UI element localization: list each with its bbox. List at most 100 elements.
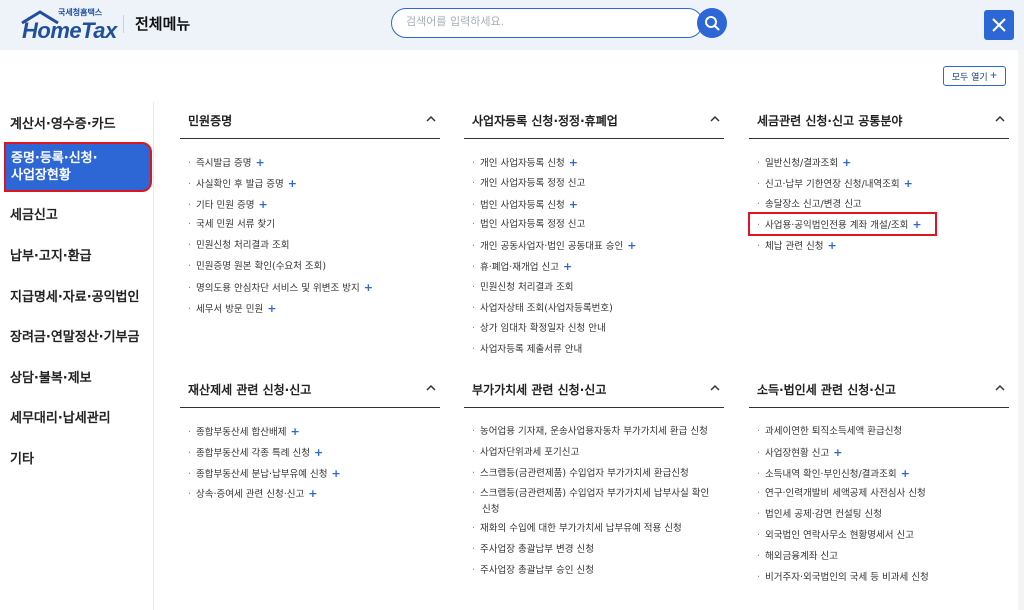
plus-icon[interactable]: + — [842, 156, 851, 169]
menu-item[interactable]: · 사업장현황 신고 + — [757, 446, 842, 460]
menu-item-label: 기타 민원 증명 — [196, 199, 255, 211]
menu-item[interactable]: · 연구·인력개발비 세액공제 사전심사 신청 — [757, 487, 926, 500]
plus-icon[interactable]: + — [267, 302, 276, 315]
section-title[interactable]: 세금관련 신청·신고 공통분야 — [757, 112, 902, 129]
plus-icon[interactable]: + — [828, 239, 837, 252]
menu-item[interactable]: · 개인 사업자등록 정정 신고 — [472, 177, 585, 190]
menu-item[interactable]: · 주사업장 총괄납부 승인 신청 — [472, 564, 594, 577]
menu-item[interactable]: · 법인 사업자등록 정정 신고 — [472, 218, 585, 231]
left-nav-item[interactable]: 기타 — [10, 448, 34, 467]
plus-icon[interactable]: + — [259, 198, 268, 211]
plus-icon[interactable]: + — [901, 467, 910, 480]
menu-item[interactable]: · 주사업장 총괄납부 변경 신청 — [472, 543, 594, 556]
chevron-up-icon[interactable] — [710, 114, 720, 124]
menu-item[interactable]: · 과세이연한 퇴직소득세액 환급신청 — [757, 425, 902, 438]
bullet-icon: · — [757, 158, 761, 169]
menu-item[interactable]: · 신고·납부 기한연장 신청/내역조회 + — [757, 177, 913, 191]
menu-item[interactable]: · 송달장소 신고/변경 신고 — [757, 198, 862, 211]
menu-item[interactable]: · 기타 민원 증명 + — [188, 198, 268, 212]
menu-item[interactable]: · 비거주자·외국법인의 국세 등 비과세 신청 — [757, 571, 929, 584]
menu-item[interactable]: · 스크랩등(금관련제품) 수입업자 부가가치세 납부사실 확인신청 — [472, 486, 712, 518]
plus-icon[interactable]: + — [364, 281, 373, 294]
menu-item[interactable]: · 소득내역 확인·부인신청/결과조회 + — [757, 467, 910, 481]
left-nav-item-active[interactable]: 증명·등록·신청· 사업장현황 — [4, 142, 152, 192]
plus-icon[interactable]: + — [288, 177, 297, 190]
menu-item[interactable]: · 사업자등록 제출서류 안내 — [472, 343, 582, 356]
left-nav-item[interactable]: 상담·불복·제보 — [10, 367, 92, 386]
hometax-logo[interactable]: 국세청홈택스 HomeTax — [18, 6, 118, 46]
chevron-up-icon[interactable] — [710, 383, 720, 393]
menu-item[interactable]: · 법인 사업자등록 신청 + — [472, 198, 578, 212]
section-title[interactable]: 사업자등록 신청·정정·휴폐업 — [472, 112, 618, 129]
menu-item[interactable]: · 법인세 공제·감면 컨설팅 신청 — [757, 508, 882, 521]
left-nav-item[interactable]: 계산서·영수증·카드 — [10, 113, 116, 132]
menu-item[interactable]: · 민원증명 원본 확인(수요처 조회) — [188, 260, 326, 273]
section-title[interactable]: 소득·법인세 관련 신청·신고 — [757, 381, 896, 398]
chevron-up-icon[interactable] — [426, 383, 436, 393]
menu-item-label: 사실확인 후 발급 증명 — [196, 178, 284, 190]
chevron-up-icon[interactable] — [426, 114, 436, 124]
menu-item[interactable]: · 민원신청 처리결과 조회 — [472, 281, 573, 294]
left-nav-item[interactable]: 지급명세·자료·공익법인 — [10, 286, 139, 305]
search-button[interactable] — [697, 8, 727, 38]
menu-item[interactable]: · 국세 민원 서류 찾기 — [188, 218, 275, 231]
bullet-icon: · — [757, 178, 761, 190]
menu-item[interactable]: · 종합부동산세 분납·납부유예 신청 + — [188, 467, 341, 481]
menu-item[interactable]: · 즉시발급 증명 + — [188, 156, 265, 170]
plus-icon[interactable]: + — [627, 239, 636, 252]
plus-icon[interactable]: + — [912, 218, 921, 231]
bullet-icon: · — [757, 571, 761, 583]
menu-item[interactable]: · 상속·증여세 관련 신청·신고 + — [188, 487, 317, 501]
menu-item[interactable]: · 개인 사업자등록 신청 + — [472, 156, 578, 170]
plus-icon[interactable]: + — [314, 446, 323, 459]
bullet-icon: · — [188, 282, 192, 294]
menu-item[interactable]: · 일반신청/결과조회 + — [757, 156, 851, 170]
menu-item[interactable]: · 외국법인 연락사무소 현황명세서 신고 — [757, 529, 914, 542]
menu-item[interactable]: · 해외금융계좌 신고 — [757, 550, 838, 563]
menu-item[interactable]: · 세무서 방문 민원 + — [188, 302, 276, 316]
scrollbar[interactable] — [1018, 50, 1024, 610]
plus-icon[interactable]: + — [904, 177, 913, 190]
menu-item[interactable]: · 명의도용 안심차단 서비스 및 위변조 방지 + — [188, 281, 373, 295]
plus-icon[interactable]: + — [833, 446, 842, 459]
section-divider — [749, 138, 1009, 139]
plus-icon[interactable]: + — [290, 425, 299, 438]
menu-item[interactable]: · 종합부동산세 각종 특례 신청 + — [188, 446, 323, 460]
menu-item[interactable]: · 체납 관련 신청 + — [757, 239, 837, 253]
left-nav-item[interactable]: 세금신고 — [10, 204, 58, 223]
bullet-icon: · — [188, 219, 192, 231]
menu-item[interactable]: · 사실확인 후 발급 증명 + — [188, 177, 297, 191]
menu-item-label: 민원증명 원본 확인(수요처 조회) — [196, 261, 327, 272]
menu-item[interactable]: · 스크랩등(금관련제품) 수입업자 부가가치세 환급신청 — [472, 467, 689, 480]
menu-item[interactable]: · 사업용·공익법인전용 계좌 개설/조회 + — [757, 218, 922, 232]
search-input[interactable] — [406, 15, 676, 28]
plus-icon[interactable]: + — [569, 156, 578, 169]
section-title[interactable]: 민원증명 — [188, 112, 232, 129]
menu-item[interactable]: · 민원신청 처리결과 조회 — [188, 239, 289, 252]
plus-icon[interactable]: + — [563, 260, 572, 273]
plus-icon[interactable]: + — [256, 156, 265, 169]
bullet-icon: · — [757, 220, 761, 232]
left-nav-item[interactable]: 납부·고지·환급 — [10, 245, 92, 264]
plus-icon[interactable]: + — [308, 487, 317, 500]
chevron-up-icon[interactable] — [995, 114, 1005, 124]
menu-item[interactable]: · 농어업용 기자재, 운송사업용자동차 부가가치세 환급 신청 — [472, 425, 708, 438]
menu-item[interactable]: · 사업자단위과세 포기신고 — [472, 446, 579, 459]
close-button[interactable] — [984, 10, 1014, 40]
menu-item-label: 민원신청 처리결과 조회 — [196, 240, 290, 252]
menu-item[interactable]: · 재화의 수입에 대한 부가가치세 납부유예 적용 신청 — [472, 522, 682, 535]
left-nav-item[interactable]: 세무대리·납세관리 — [10, 407, 111, 426]
menu-item[interactable]: · 휴·폐업·재개업 신고 + — [472, 260, 572, 274]
section-title[interactable]: 재산제세 관련 신청·신고 — [188, 381, 311, 398]
menu-item-label: 종합부동산세 합산배제 — [196, 427, 287, 438]
left-nav-item[interactable]: 장려금·연말정산·기부금 — [10, 326, 139, 345]
menu-item[interactable]: · 종합부동산세 합산배제 + — [188, 425, 300, 439]
plus-icon[interactable]: + — [569, 198, 578, 211]
plus-icon[interactable]: + — [331, 467, 340, 480]
chevron-up-icon[interactable] — [995, 383, 1005, 393]
menu-item[interactable]: · 개인 공동사업자·법인 공동대표 승인 + — [472, 239, 636, 253]
section-title[interactable]: 부가가치세 관련 신청·신고 — [472, 381, 606, 398]
menu-item[interactable]: · 사업자상태 조회(사업자등록번호) — [472, 302, 613, 315]
expand-all-button[interactable]: 모두 열기 + — [943, 66, 1006, 86]
menu-item[interactable]: · 상가 임대차 확정일자 신청 안내 — [472, 322, 606, 335]
